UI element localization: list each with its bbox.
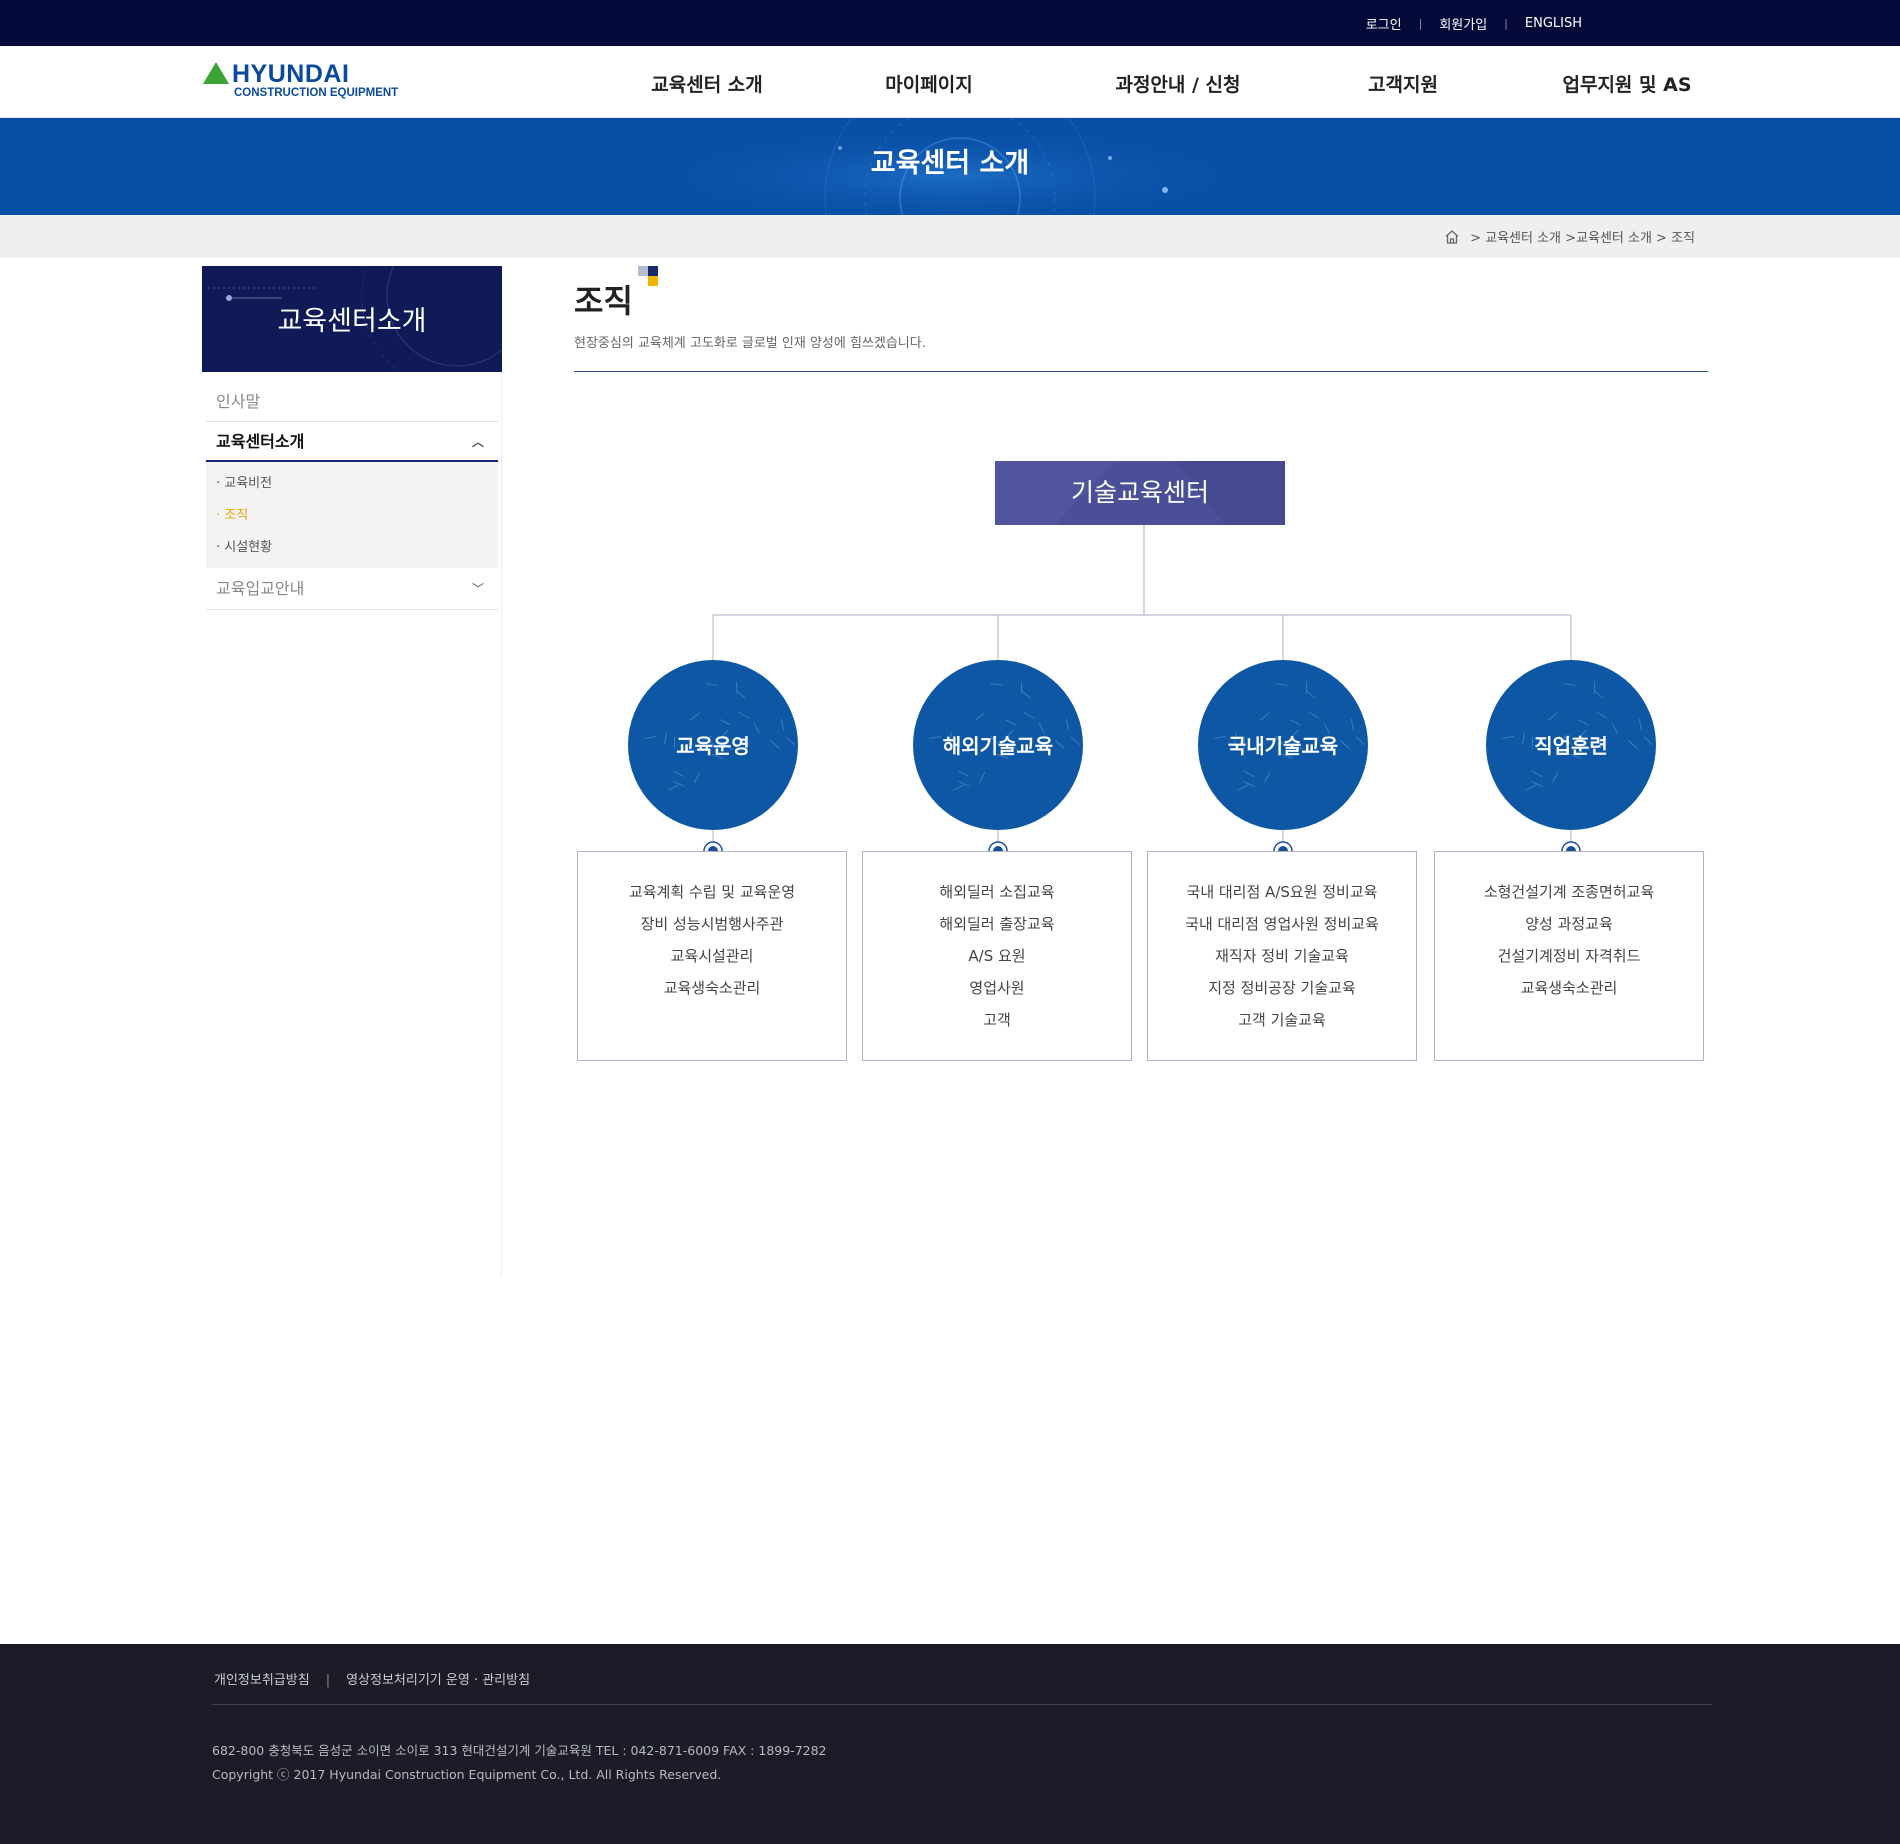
duty-item: 교육시설관리 bbox=[670, 947, 754, 965]
footer-address: 682-800 충청북도 음성군 소이면 소이로 313 현대건설기계 기술교육… bbox=[212, 1743, 827, 1758]
org-unit-name: 교육운영 bbox=[676, 734, 750, 758]
duty-item: 교육계획 수립 및 교육운영 bbox=[628, 883, 796, 901]
org-unit-name: 국내기술교육 bbox=[1227, 734, 1339, 758]
org-duty-box: 국내 대리점 A/S요원 정비교육 국내 대리점 영업사원 정비교육 재직자 정… bbox=[1147, 851, 1417, 1061]
org-unit-name: 직업훈련 bbox=[1534, 734, 1608, 758]
org-duty-box: 해외딜러 소집교육 해외딜러 출장교육 A/S 요원 영업사원 고객 bbox=[862, 851, 1132, 1061]
org-top-node: 기술교육센터 bbox=[995, 461, 1285, 525]
duty-item: 재직자 정비 기술교육 bbox=[1215, 947, 1349, 965]
footer-links: 개인정보취급방침 | 영상정보처리기기 운영 · 관리방침 bbox=[214, 1669, 530, 1688]
org-duty-box: 교육계획 수립 및 교육운영 장비 성능시범행사주관 교육시설관리 교육생숙소관… bbox=[577, 851, 847, 1061]
org-top-label: 기술교육센터 bbox=[1070, 478, 1209, 507]
duty-item: 건설기계정비 자격취드 bbox=[1497, 947, 1641, 965]
duty-item: 장비 성능시범행사주관 bbox=[640, 915, 784, 933]
org-unit-circle: 국내기술교육 bbox=[1198, 660, 1368, 830]
footer-copyright: Copyright ⓒ 2017 Hyundai Construction Eq… bbox=[212, 1767, 722, 1782]
duty-item: A/S 요원 bbox=[968, 947, 1026, 965]
page: 로그인 | 회원가입 | ENGLISH HYUNDAI CONSTRUCTIO… bbox=[0, 0, 1900, 1844]
org-unit-circle: 해외기술교육 bbox=[913, 660, 1083, 830]
duty-item: 영업사원 bbox=[969, 979, 1025, 997]
duty-item: 고객 기술교육 bbox=[1238, 1011, 1326, 1029]
duty-item: 교육생숙소관리 bbox=[663, 979, 761, 997]
duty-item: 해외딜러 출장교육 bbox=[939, 915, 1055, 933]
org-unit-circle: 직업훈련 bbox=[1486, 660, 1656, 830]
footer: 개인정보취급방침 | 영상정보처리기기 운영 · 관리방침 682-800 충청북도… bbox=[0, 1644, 1900, 1844]
duty-item: 지정 정비공장 기술교육 bbox=[1208, 979, 1356, 997]
duty-item: 교육생숙소관리 bbox=[1520, 979, 1618, 997]
duty-item: 양성 과정교육 bbox=[1525, 915, 1613, 933]
duty-item: 해외딜러 소집교육 bbox=[939, 883, 1055, 901]
org-duty-box: 소형건설기계 조종면허교육 양성 과정교육 건설기계정비 자격취드 교육생숙소관… bbox=[1434, 851, 1704, 1061]
duty-item: 고객 bbox=[983, 1011, 1011, 1029]
duty-item: 국내 대리점 영업사원 정비교육 bbox=[1185, 915, 1379, 933]
footer-divider bbox=[212, 1704, 1712, 1705]
duty-item: 소형건설기계 조종면허교육 bbox=[1483, 883, 1655, 901]
privacy-policy-link[interactable]: 개인정보취급방침 bbox=[214, 1673, 310, 1688]
divider: | bbox=[325, 1673, 331, 1688]
cctv-policy-link[interactable]: 영상정보처리기기 운영 · 관리방침 bbox=[346, 1673, 530, 1688]
duty-item: 국내 대리점 A/S요원 정비교육 bbox=[1186, 883, 1378, 901]
org-unit-name: 해외기술교육 bbox=[942, 734, 1054, 758]
org-unit-circle: 교육운영 bbox=[628, 660, 798, 830]
